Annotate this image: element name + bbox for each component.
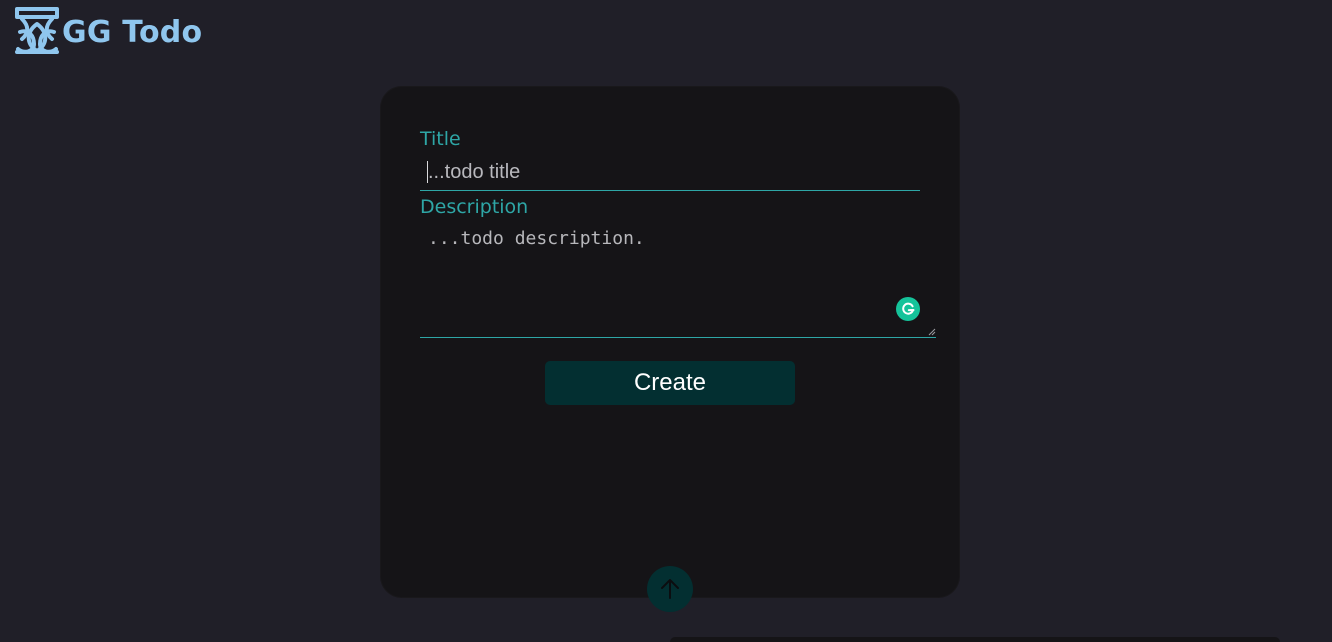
text-cursor <box>427 161 428 183</box>
title-label: Title <box>420 128 461 150</box>
grammarly-icon[interactable] <box>896 297 920 321</box>
scroll-top-button[interactable] <box>647 566 693 612</box>
description-label: Description <box>420 196 529 218</box>
gg-logo-icon[interactable] <box>14 6 60 56</box>
app-header: GG Todo <box>14 6 202 56</box>
resize-handle-icon[interactable] <box>928 328 936 336</box>
create-button[interactable]: Create <box>545 361 795 405</box>
title-input[interactable] <box>420 155 920 191</box>
next-card-edge <box>670 637 1280 642</box>
todo-form-card: Title Description Create <box>380 86 960 598</box>
arrow-up-icon <box>661 579 679 599</box>
app-title: GG Todo <box>62 14 203 50</box>
description-input[interactable] <box>420 226 936 338</box>
